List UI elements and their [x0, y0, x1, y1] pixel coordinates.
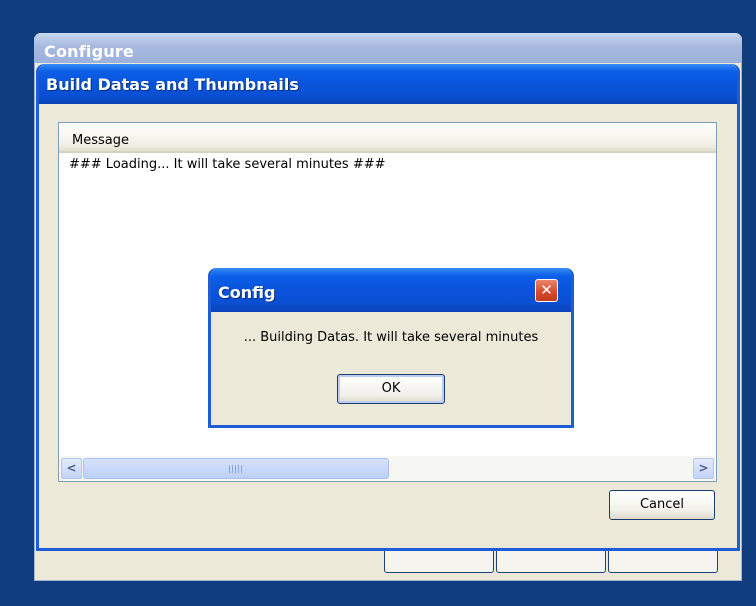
configure-button-2[interactable] — [496, 549, 606, 573]
scroll-left-arrow-icon[interactable]: < — [61, 458, 82, 479]
configure-titlebar[interactable]: Configure — [34, 33, 742, 63]
list-item[interactable]: ### Loading... It will take several minu… — [69, 157, 386, 172]
configure-button-3[interactable] — [608, 549, 718, 573]
scrollbar-thumb[interactable] — [83, 458, 389, 479]
message-column-label: Message — [72, 133, 129, 148]
build-datas-titlebar[interactable]: Build Datas and Thumbnails — [39, 64, 737, 104]
scroll-right-arrow-icon[interactable]: > — [693, 458, 714, 479]
config-dialog: Config ✕ ... Building Datas. It will tak… — [208, 268, 574, 428]
build-datas-title: Build Datas and Thumbnails — [46, 75, 299, 94]
config-message: ... Building Datas. It will take several… — [243, 330, 539, 345]
scrollbar-grip-icon — [229, 465, 243, 473]
config-title: Config — [218, 283, 276, 302]
horizontal-scrollbar[interactable]: < > — [59, 456, 716, 481]
configure-button-1[interactable] — [384, 549, 494, 573]
ok-button[interactable]: OK — [337, 374, 445, 404]
config-titlebar[interactable]: Config ✕ — [211, 268, 571, 312]
configure-title: Configure — [44, 42, 134, 61]
close-icon[interactable]: ✕ — [535, 279, 558, 302]
message-column-header[interactable]: Message — [59, 123, 716, 153]
cancel-button[interactable]: Cancel — [609, 490, 715, 520]
